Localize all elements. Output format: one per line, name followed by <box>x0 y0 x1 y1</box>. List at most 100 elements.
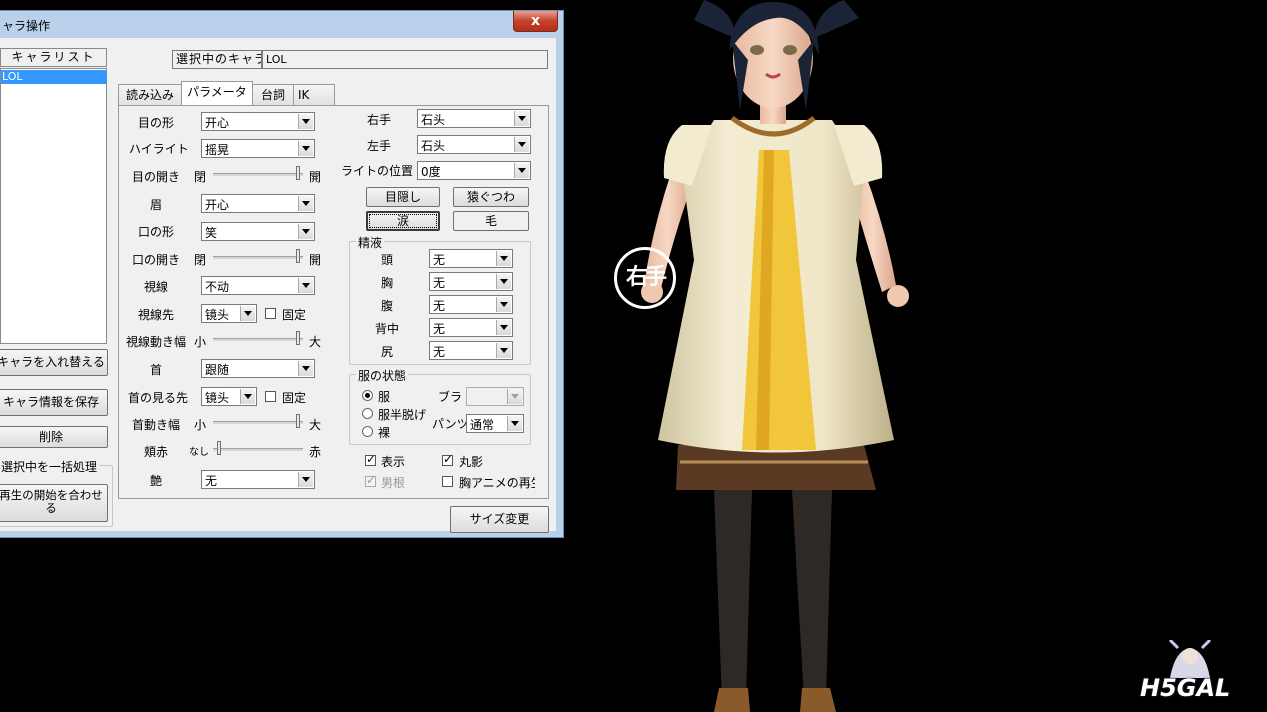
char-list-item[interactable]: LOL <box>1 70 107 84</box>
chevron-down-icon <box>240 306 255 321</box>
char-list-header: キャラリスト <box>0 48 107 67</box>
light-pos-label: ライトの位置 <box>340 164 413 178</box>
gaze-fix-checkbox[interactable] <box>265 308 276 319</box>
clothes-nude-label: 裸 <box>378 426 391 440</box>
chevron-down-icon <box>496 297 511 312</box>
highlight-select[interactable]: 摇晃 <box>201 139 315 158</box>
selected-char-label: 選択中のキャラ <box>172 50 262 69</box>
clothes-group: 服の状態 <box>349 367 531 445</box>
chevron-down-icon <box>298 196 313 211</box>
show-checkbox[interactable] <box>365 452 376 466</box>
eyebrow-select[interactable]: 开心 <box>201 194 315 213</box>
hair-button[interactable]: 毛 <box>453 211 529 231</box>
slider-thumb[interactable] <box>217 441 221 455</box>
light-pos-select[interactable]: 0度 <box>417 161 531 180</box>
gaze-range-max-label: 大 <box>309 335 322 349</box>
show-label: 表示 <box>381 455 406 469</box>
character-model <box>641 0 909 712</box>
tab-dialogue[interactable]: 台詞 <box>252 84 294 105</box>
gaze-fix-label: 固定 <box>282 308 307 322</box>
chevron-down-icon <box>496 320 511 335</box>
chevron-down-icon <box>507 416 522 431</box>
mouth-open-slider[interactable] <box>213 248 303 266</box>
mouth-shape-select[interactable]: 笑 <box>201 222 315 241</box>
eye-open-slider[interactable] <box>213 165 303 183</box>
tears-button[interactable]: 涙 <box>366 211 440 231</box>
blindfold-button[interactable]: 目隠し <box>366 187 440 207</box>
chest-anim-label: 胸アニメの再生 <box>459 476 535 490</box>
mouth-open-max-label: 開 <box>309 253 322 267</box>
gloss-select[interactable]: 无 <box>201 470 315 489</box>
title-bar[interactable]: ャラ操作 x <box>0 11 563 37</box>
clothes-on-label: 服 <box>378 390 391 404</box>
fluid-select[interactable]: 无 <box>429 341 513 360</box>
fluid-value: 无 <box>433 322 446 336</box>
tab-ik[interactable]: IK <box>293 84 335 105</box>
sync-playback-button[interactable]: 再生の開始を合わせる <box>0 484 108 522</box>
replace-char-button[interactable]: キャラを入れ替える <box>0 349 108 376</box>
gaze-select[interactable]: 不动 <box>201 276 315 295</box>
neck-label: 首 <box>150 363 163 377</box>
delete-button[interactable]: 削除 <box>0 426 108 448</box>
chevron-down-icon <box>298 278 313 293</box>
mouth-shape-label: 口の形 <box>138 225 175 239</box>
tab-parameters[interactable]: パラメータ <box>181 81 253 106</box>
fluid-select[interactable]: 无 <box>429 295 513 314</box>
neck-fix-label: 固定 <box>282 391 307 405</box>
neck-target-select[interactable]: 镜头 <box>201 387 257 406</box>
chevron-down-icon <box>507 389 522 404</box>
left-hand-select[interactable]: 石头 <box>417 135 531 154</box>
hand-marker: 右手 <box>614 247 676 309</box>
chevron-down-icon <box>496 251 511 266</box>
chest-anim-checkbox[interactable] <box>442 476 453 487</box>
neck-select[interactable]: 跟随 <box>201 359 315 378</box>
neck-range-slider[interactable] <box>213 413 303 431</box>
gaze-target-label: 視線先 <box>138 308 175 322</box>
slider-thumb[interactable] <box>296 414 300 428</box>
bra-select[interactable] <box>466 387 524 406</box>
highlight-label: ハイライト <box>129 142 189 156</box>
viewport[interactable]: 右手 H5GAL <box>564 0 1267 712</box>
resize-button[interactable]: サイズ変更 <box>450 506 549 533</box>
gaze-target-select[interactable]: 镜头 <box>201 304 257 323</box>
clothes-half-label: 服半脱げ <box>378 408 427 422</box>
fluid-select[interactable]: 无 <box>429 318 513 337</box>
blush-min-label: なし <box>189 447 209 458</box>
gaze-range-slider[interactable] <box>213 330 303 348</box>
pants-select[interactable]: 通常 <box>466 414 524 433</box>
tab-load[interactable]: 読み込み <box>118 84 182 105</box>
male-checkbox[interactable] <box>365 473 376 487</box>
right-hand-select[interactable]: 石头 <box>417 109 531 128</box>
neck-range-max-label: 大 <box>309 418 322 432</box>
chevron-down-icon <box>514 137 529 152</box>
chevron-down-icon <box>240 389 255 404</box>
slider-thumb[interactable] <box>296 331 300 345</box>
gloss-value: 无 <box>205 474 218 488</box>
clothes-on-radio[interactable] <box>362 390 373 401</box>
slider-thumb[interactable] <box>296 249 300 263</box>
gaze-label: 視線 <box>144 280 169 294</box>
highlight-value: 摇晃 <box>205 143 230 157</box>
chevron-down-icon <box>298 141 313 156</box>
clothes-half-radio[interactable] <box>362 408 373 419</box>
gag-button[interactable]: 猿ぐつわ <box>453 187 529 207</box>
neck-range-label: 首動き幅 <box>132 418 181 432</box>
neck-fix-checkbox[interactable] <box>265 391 276 402</box>
selected-char-value: LOL <box>262 50 548 69</box>
chevron-down-icon <box>514 111 529 126</box>
window-client: キャラリスト LOL キャラを入れ替える キャラ情報を保存 削除 選択中を一括処… <box>0 38 556 533</box>
fluid-select[interactable]: 无 <box>429 272 513 291</box>
chevron-down-icon <box>496 343 511 358</box>
slider-thumb[interactable] <box>296 166 300 180</box>
clothes-nude-radio[interactable] <box>362 426 373 437</box>
chevron-down-icon <box>514 163 529 178</box>
fluid-select[interactable]: 无 <box>429 249 513 268</box>
save-char-info-button[interactable]: キャラ情報を保存 <box>0 389 108 416</box>
close-button[interactable]: x <box>513 11 558 32</box>
blush-slider[interactable] <box>213 440 303 458</box>
shadow-checkbox[interactable] <box>442 452 453 466</box>
fluid-label: 腹 <box>381 299 394 313</box>
char-list[interactable]: LOL <box>0 68 107 344</box>
fluid-label: 背中 <box>375 322 400 336</box>
eye-shape-select[interactable]: 开心 <box>201 112 315 131</box>
